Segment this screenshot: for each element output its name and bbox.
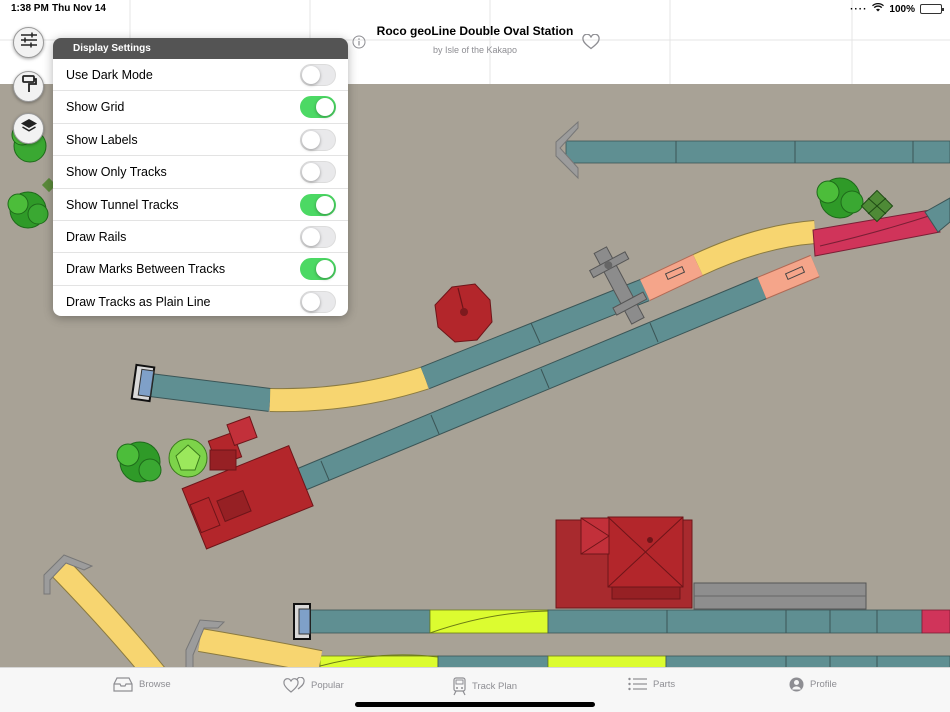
toggle-knob: [302, 66, 320, 84]
display-setting-toggle[interactable]: [300, 225, 336, 248]
display-setting-toggle[interactable]: [300, 258, 336, 281]
display-setting-row[interactable]: Draw Rails: [53, 221, 348, 254]
person-circle-icon: [789, 677, 804, 692]
layers-icon: [20, 118, 38, 139]
train-icon: [453, 677, 466, 696]
display-setting-toggle[interactable]: [300, 128, 336, 151]
toggle-knob: [316, 260, 334, 279]
status-bar: 1:38 PM Thu Nov 14 ···· 100%: [0, 0, 950, 18]
heart-icon[interactable]: [582, 33, 600, 50]
display-setting-toggle[interactable]: [300, 193, 336, 216]
list-icon: [628, 677, 647, 691]
display-setting-label: Show Tunnel Tracks: [66, 197, 179, 212]
display-setting-row[interactable]: Use Dark Mode: [53, 59, 348, 92]
status-indicators: ···· 100%: [850, 2, 944, 15]
tab-parts[interactable]: Parts: [628, 677, 675, 691]
toggle-knob: [302, 292, 320, 311]
display-setting-row[interactable]: Show Tunnel Tracks: [53, 189, 348, 221]
display-setting-row[interactable]: Show Grid: [53, 91, 348, 124]
display-setting-row[interactable]: Show Only Tracks: [53, 156, 348, 189]
home-indicator: [355, 702, 595, 707]
status-date: Thu Nov 14: [52, 3, 106, 14]
display-setting-row[interactable]: Draw Tracks as Plain Line: [53, 286, 348, 316]
display-setting-row[interactable]: Show Labels: [53, 124, 348, 157]
display-setting-label: Draw Marks Between Tracks: [66, 262, 226, 277]
paint-button[interactable]: [13, 71, 44, 102]
display-setting-toggle[interactable]: [300, 290, 336, 313]
display-setting-label: Show Labels: [66, 132, 138, 147]
toggle-knob: [302, 163, 320, 182]
display-setting-toggle[interactable]: [300, 96, 336, 119]
display-setting-label: Show Grid: [66, 100, 125, 115]
layers-button[interactable]: [13, 113, 44, 144]
battery-percent: 100%: [889, 3, 915, 15]
display-settings-list: Use Dark Mode Show Grid Show Labels Show On…: [53, 59, 348, 316]
tray-icon: [113, 677, 133, 692]
tab-popular[interactable]: Popular: [283, 677, 344, 693]
display-setting-label: Show Only Tracks: [66, 165, 167, 180]
wifi-icon: [872, 2, 885, 15]
info-icon[interactable]: [352, 35, 366, 49]
station-building-bottom[interactable]: [555, 516, 693, 609]
display-setting-toggle[interactable]: [300, 161, 336, 184]
toggle-knob: [316, 98, 334, 117]
tab-browse[interactable]: Browse: [113, 677, 171, 692]
hearts-icon: [283, 677, 305, 693]
display-setting-label: Draw Rails: [66, 229, 127, 244]
platform[interactable]: [693, 582, 867, 610]
paint-roller-icon: [21, 75, 37, 98]
toggle-knob: [316, 195, 334, 214]
signal-dots-icon: ····: [850, 3, 868, 15]
display-settings-title: Display Settings: [53, 38, 348, 59]
display-settings-popover: Display Settings Use Dark Mode Show Grid S…: [53, 38, 348, 316]
tab-track-plan[interactable]: Track Plan: [453, 677, 517, 696]
display-setting-row[interactable]: Draw Marks Between Tracks: [53, 253, 348, 286]
buffer-stop-left[interactable]: [130, 363, 156, 403]
track-bottom-line-2[interactable]: [319, 654, 950, 667]
page-title: Roco geoLine Double Oval Station: [376, 24, 574, 38]
track-straight-top[interactable]: [565, 140, 950, 164]
display-setting-label: Use Dark Mode: [66, 68, 153, 82]
battery-icon: [920, 4, 944, 14]
status-time: 1:38 PM: [11, 3, 49, 14]
toggle-knob: [302, 227, 320, 246]
display-setting-label: Draw Tracks as Plain Line: [66, 294, 211, 309]
track-bottom-line-1[interactable]: [307, 609, 950, 634]
buffer-stop-bottom[interactable]: [293, 603, 311, 640]
tab-profile[interactable]: Profile: [789, 677, 837, 692]
display-setting-toggle[interactable]: [300, 64, 336, 86]
display-settings-button[interactable]: [13, 27, 44, 58]
toggle-knob: [302, 130, 320, 149]
sliders-icon: [20, 32, 38, 53]
